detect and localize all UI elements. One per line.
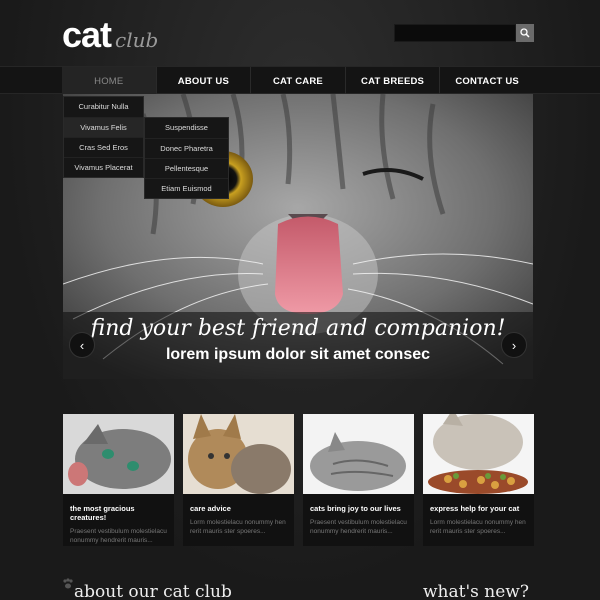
- dropdown-item[interactable]: Vivamus Placerat: [64, 157, 143, 177]
- news-heading: what's new?: [423, 582, 529, 600]
- logo-sub-text: club: [115, 28, 159, 52]
- search-input[interactable]: [394, 24, 516, 42]
- card-image: [183, 414, 294, 494]
- nav-item-cat-breeds[interactable]: CAT BREEDS: [344, 67, 440, 95]
- search-bar: [394, 24, 534, 42]
- dropdown-item[interactable]: Suspendisse: [145, 118, 228, 138]
- two-kittens-image: [183, 414, 294, 494]
- about-heading: about our cat club: [74, 582, 232, 600]
- card-title: the most gracious creatures!: [70, 504, 135, 522]
- feature-card[interactable]: express help for your cat Lorm molestiel…: [423, 414, 534, 546]
- dropdown-item[interactable]: Pellentesque: [145, 158, 228, 178]
- dropdown-item[interactable]: Vivamus Felis: [64, 117, 143, 137]
- card-image: [63, 414, 174, 494]
- chevron-left-icon: ‹: [79, 337, 85, 353]
- card-title: cats bring joy to our lives: [310, 504, 401, 513]
- card-title: care advice: [190, 504, 231, 513]
- feature-card[interactable]: care advice Lorm molestielacu nonummy he…: [183, 414, 294, 546]
- sleeping-kitten-image: [303, 414, 414, 494]
- slider-prev-button[interactable]: ‹: [69, 332, 95, 358]
- dropdown-item[interactable]: Etiam Euismod: [145, 178, 228, 198]
- dropdown-item[interactable]: Curabitur Nulla: [64, 97, 143, 117]
- paw-icon: [63, 578, 73, 589]
- kitten-image: [63, 414, 174, 494]
- chevron-right-icon: ›: [511, 337, 517, 353]
- card-text: Praesent vestibulum molestielacu nonummy…: [310, 519, 407, 536]
- cat-eating-image: [423, 414, 534, 494]
- card-text: Lorm molestielacu nonummy hen rerit maur…: [190, 519, 286, 536]
- nav-item-about-us[interactable]: ABOUT US: [155, 67, 251, 95]
- card-title: express help for your cat: [430, 504, 520, 513]
- hero-tagline: find your best friend and companion!: [90, 316, 506, 341]
- hero-subtitle: lorem ipsum dolor sit amet consec: [165, 346, 431, 363]
- logo-main-text: cat: [62, 14, 112, 55]
- card-image: [423, 414, 534, 494]
- sub-dropdown-menu: Suspendisse Donec Pharetra Pellentesque …: [144, 117, 229, 199]
- dropdown-item[interactable]: Donec Pharetra: [145, 138, 228, 158]
- dropdown-item[interactable]: Cras Sed Eros: [64, 137, 143, 157]
- nav-item-home[interactable]: HOME: [62, 67, 156, 95]
- card-text: Lorm molestielacu nonummy hen rerit maur…: [430, 519, 526, 536]
- card-image: [303, 414, 414, 494]
- slider-next-button[interactable]: ›: [501, 332, 527, 358]
- nav-item-contact-us[interactable]: CONTACT US: [439, 67, 534, 95]
- search-icon: [520, 28, 530, 38]
- feature-card[interactable]: cats bring joy to our lives Praesent ves…: [303, 414, 414, 546]
- main-nav: HOME ABOUT US CAT CARE CAT BREEDS CONTAC…: [0, 66, 600, 95]
- logo[interactable]: cat club: [62, 14, 158, 56]
- feature-card[interactable]: the most gracious creatures! Praesent ve…: [63, 414, 174, 546]
- home-dropdown-menu: Curabitur Nulla Vivamus Felis Cras Sed E…: [63, 96, 144, 178]
- search-button[interactable]: [516, 24, 534, 42]
- card-text: Praesent vestibulum molestielacu nonummy…: [70, 528, 167, 545]
- nav-item-cat-care[interactable]: CAT CARE: [250, 67, 345, 95]
